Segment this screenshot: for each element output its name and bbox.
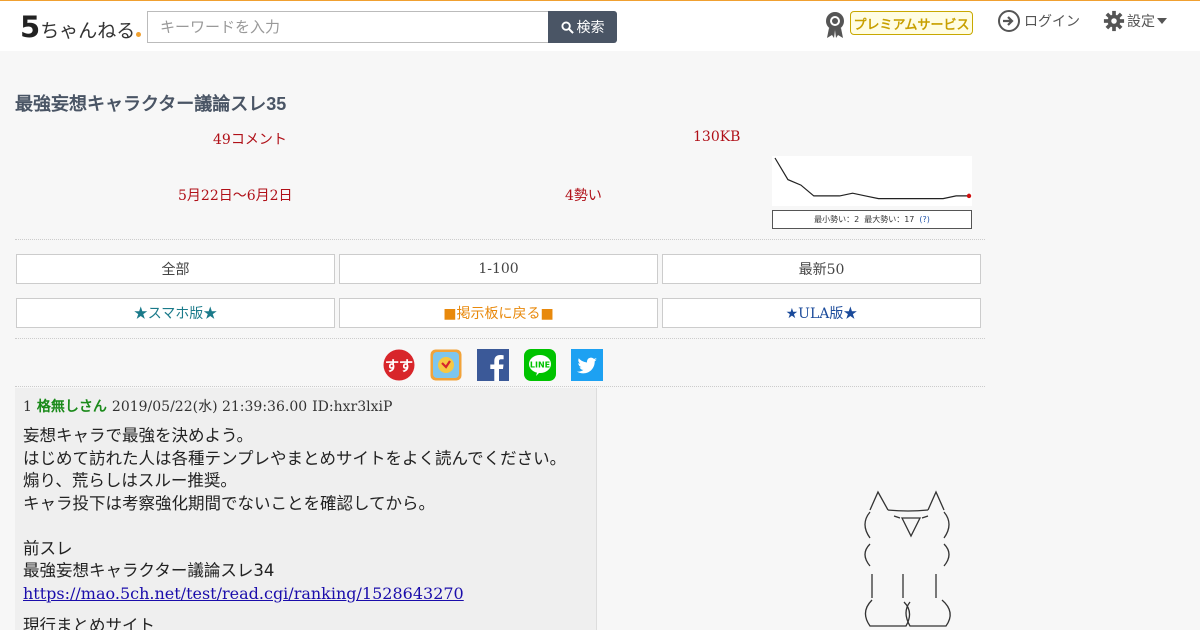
divider (15, 338, 985, 339)
post-line: 煽り、荒らしはスルー推奨。 (23, 471, 237, 490)
back-to-board-link[interactable]: ■掲示板に戻る■ (339, 298, 658, 328)
logo-number: 5 (20, 10, 40, 44)
search-button[interactable]: 検索 (548, 11, 617, 43)
premium-label: プレミアムサービス (853, 17, 970, 33)
post-line: 現行まとめサイト (23, 616, 155, 630)
post-number[interactable]: 1 (23, 399, 32, 415)
momentum-graph (772, 156, 972, 206)
post-header: 1 格無しさん 2019/05/22(水) 21:39:36.00 ID:hxr… (23, 396, 392, 416)
ula-version-link[interactable]: ★ULA版★ (662, 298, 981, 328)
momentum-min: 最小勢い：2 (814, 215, 860, 224)
post-line: 妄想キャラで最強を決めよう。 (23, 426, 254, 445)
line-icon-text: LINE (530, 361, 550, 370)
nav-all-button[interactable]: 全部 (16, 254, 335, 284)
momentum-line (774, 157, 969, 200)
thread-title: 最強妄想キャラクター議論スレ35 (15, 94, 287, 114)
momentum-end-marker (966, 193, 972, 199)
login-button[interactable]: ログイン (997, 9, 1080, 33)
post-line (23, 515, 593, 538)
search-input[interactable] (147, 11, 549, 43)
thread-size: 130KB (693, 129, 741, 145)
sumaho-icon[interactable]: すす (383, 349, 415, 381)
login-label: ログイン (1024, 14, 1080, 30)
post-id[interactable]: ID:hxr3lxiP (312, 399, 392, 415)
post-author: 格無しさん (36, 399, 107, 415)
search-button-label: 検索 (576, 20, 605, 36)
gear-icon (1103, 10, 1125, 32)
login-icon (998, 10, 1020, 32)
post-line: 前スレ (23, 538, 73, 558)
logo-text: ちゃんねる (40, 20, 136, 42)
line-icon[interactable]: LINE (524, 349, 556, 381)
caret-down-icon (1157, 18, 1167, 24)
post-line: はじめて訪れた人は各種テンプレやまとめサイトをよく読んでください。 (23, 448, 567, 468)
thread-momentum: 4勢い (565, 188, 602, 204)
settings-menu[interactable]: 設定 (1103, 9, 1167, 33)
site-logo[interactable]: 5 ちゃんねる (20, 10, 142, 44)
nav-1-100-button[interactable]: 1-100 (339, 254, 658, 284)
comment-count: 49コメント (213, 132, 287, 148)
twitter-icon[interactable] (571, 349, 603, 381)
premium-service-button[interactable]: プレミアムサービス (850, 11, 973, 35)
search-icon (560, 20, 574, 34)
bookmark-icon[interactable] (430, 349, 462, 381)
facebook-icon[interactable] (477, 349, 509, 381)
post-date: 2019/05/22(水) 21:39:36.00 (111, 399, 308, 415)
sumaho-icon-text: すす (385, 359, 413, 375)
post-line: 最強妄想キャラクター議論スレ34 (23, 561, 275, 580)
logo-dot (136, 32, 142, 37)
settings-label: 設定 (1127, 14, 1155, 30)
divider (15, 386, 985, 387)
momentum-max: 最大勢い：17 (864, 215, 915, 224)
previous-thread-link[interactable]: https://mao.5ch.net/test/read.cgi/rankin… (23, 584, 464, 603)
cat-ascii-art (864, 490, 951, 627)
momentum-caption: 最小勢い：2 最大勢い：17 (?) (772, 210, 972, 229)
momentum-help-link[interactable]: (?) (919, 215, 930, 224)
nav-latest50-button[interactable]: 最新50 (662, 254, 981, 284)
divider (15, 239, 985, 240)
thread-period: 5月22日〜6月2日 (178, 188, 293, 204)
post-1: 1 格無しさん 2019/05/22(水) 21:39:36.00 ID:hxr… (15, 388, 597, 630)
award-icon (826, 12, 844, 38)
post-body: 妄想キャラで最強を決めよう。 はじめて訪れた人は各種テンプレやまとめサイトをよく… (23, 425, 593, 630)
post-line: キャラ投下は考察強化期間でないことを確認してから。 (23, 493, 436, 513)
smartphone-version-link[interactable]: ★スマホ版★ (16, 298, 335, 328)
